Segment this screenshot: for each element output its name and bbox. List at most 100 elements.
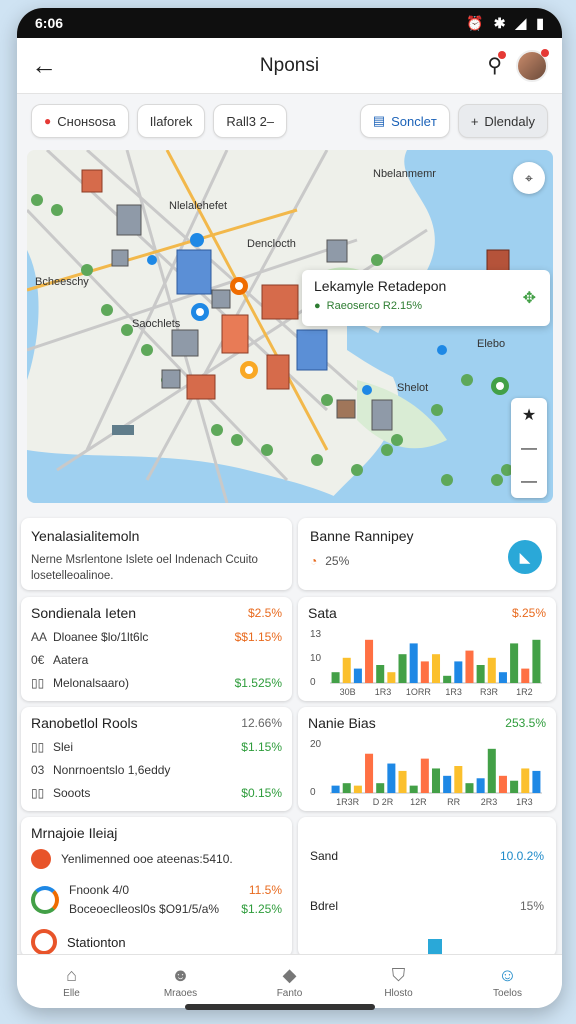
stat-icon: ▯▯ bbox=[31, 739, 45, 754]
people-icon: ☻ bbox=[171, 964, 190, 985]
chart-bar bbox=[409, 785, 418, 793]
nav-people[interactable]: ☻ Mraoes bbox=[141, 965, 221, 999]
chart-bar bbox=[454, 766, 463, 793]
zoom-in-button[interactable]: — bbox=[521, 440, 537, 458]
chart-bar bbox=[398, 654, 407, 683]
stat-value: $0.15% bbox=[241, 785, 282, 800]
chart-bar bbox=[443, 675, 452, 683]
list-item-value: $1.25% bbox=[241, 902, 282, 917]
stat-row: ▯▯ Sooots $0.15% bbox=[31, 781, 282, 804]
alarm-icon: ⏰ bbox=[466, 14, 484, 31]
list-item-label: Boceoeclleosl0s $O91/5/a% bbox=[69, 902, 220, 917]
chart-bar bbox=[532, 770, 541, 793]
filter-chips: ● Cнонsоsa Ilaforek Rall3 2– ▤ Soncleт + Dl… bbox=[17, 94, 562, 148]
chart-bar bbox=[510, 780, 519, 793]
chart-bar bbox=[387, 672, 396, 683]
stat-icon: ▯▯ bbox=[31, 785, 45, 800]
chip-label: Cнонsоsa bbox=[57, 113, 116, 129]
banner-card[interactable]: Banne Rannipey ◔ 25% ◣ bbox=[298, 518, 556, 590]
y-tick-label: 0 bbox=[310, 787, 316, 798]
chat-icon[interactable]: ◣ bbox=[508, 540, 542, 574]
ranobetel-card[interactable]: Ranobetlol Rools 12.66% ▯▯ Slei $1.15% 03 N… bbox=[21, 707, 292, 811]
stat-value: $1.15% bbox=[241, 739, 282, 754]
summary-title: Yenalasialitemoln bbox=[31, 528, 140, 544]
popup-title: Lekamyle Retadepon bbox=[314, 278, 447, 294]
metric-row: Sand 10.0.2% bbox=[310, 849, 544, 863]
metrics-card[interactable]: Sand 10.0.2% Bdrel 15% bbox=[298, 817, 556, 957]
app-bar: ← Nponsi ⚲ bbox=[17, 38, 562, 94]
chart-bar bbox=[476, 778, 485, 793]
summary-card[interactable]: Yenalasialitemoln Nerne Msrlentone Islet… bbox=[21, 518, 292, 590]
search-icon[interactable]: ⚲ bbox=[487, 51, 506, 78]
plus-icon: + bbox=[470, 113, 479, 129]
chip-filter-2[interactable]: Ilaforek bbox=[136, 104, 206, 138]
back-arrow-icon[interactable]: ← bbox=[31, 50, 63, 81]
x-tick-label: 30B bbox=[340, 687, 356, 697]
map-label: Denclocth bbox=[247, 238, 296, 250]
stat-label: Dloanee $lo/1lt6lc bbox=[53, 629, 149, 644]
map-popup[interactable]: Lekamyle Retadepon ● Raeoserco R2.15% ✥ bbox=[302, 270, 550, 326]
chart-bar bbox=[465, 650, 474, 683]
nav-shield[interactable]: ⛉ Hlosto bbox=[359, 965, 439, 999]
locate-icon[interactable]: ⌖ bbox=[513, 162, 545, 194]
map-label: Bcheeschy bbox=[35, 276, 89, 288]
sata-chart: 13 10 0 30B 1R3 1ORR 1R3 R3R 1R2 bbox=[310, 629, 542, 697]
map-label: Nbelanmemr bbox=[373, 168, 436, 180]
majoie-card[interactable]: Mrnajoie Ileiaj Yenlimenned ooe ateenas:… bbox=[21, 817, 292, 957]
zoom-out-button[interactable]: — bbox=[521, 473, 537, 491]
list-item[interactable]: Stationton bbox=[31, 929, 282, 956]
chart-bar bbox=[342, 783, 351, 793]
chart-bar bbox=[487, 657, 496, 683]
pin-icon: ● bbox=[44, 114, 52, 128]
nanis-chart: 20 0 1R3R D 2R 12R RR 2R3 1R3 bbox=[310, 739, 542, 807]
map-view[interactable]: Nlelalehefet Nbelanmemr Denclocth Bchees… bbox=[27, 150, 553, 503]
page-title: Nponsi bbox=[259, 54, 320, 76]
battery-icon: ▮ bbox=[536, 14, 544, 31]
chart-bar bbox=[465, 783, 474, 793]
nav-profile[interactable]: ☺ Toelos bbox=[468, 965, 548, 999]
x-tick-label: 1R3 bbox=[516, 797, 533, 807]
nav-route[interactable]: ◆ Fanto bbox=[250, 965, 330, 999]
directions-icon[interactable]: ✥ bbox=[523, 288, 536, 308]
sondienal-title: Sondienala Ieten bbox=[31, 605, 137, 621]
map-label: Saochlets bbox=[132, 318, 181, 330]
sondienal-header-value: $2.5% bbox=[247, 606, 282, 620]
chip-daily[interactable]: + Dlendaly bbox=[457, 104, 548, 138]
chip-location[interactable]: ● Cнонsоsa bbox=[31, 104, 129, 138]
nav-label: Mraoes bbox=[163, 987, 198, 999]
donut-icon bbox=[31, 886, 59, 915]
chip-filter-3[interactable]: Rall3 2– bbox=[213, 104, 288, 138]
stat-label: Sooots bbox=[53, 785, 91, 800]
stat-row: 0€ Aatera bbox=[31, 648, 282, 671]
chart-bar bbox=[387, 763, 396, 793]
chart-bar bbox=[365, 639, 374, 683]
map-canvas bbox=[27, 150, 553, 503]
chart-bar bbox=[353, 668, 362, 683]
chip-label: Soncleт bbox=[391, 113, 437, 129]
sata-card[interactable]: Sata $.25% 13 10 0 30B 1R3 1ORR 1R3 R3R 1R2 bbox=[298, 597, 556, 701]
nav-home[interactable]: ⌂ Elle bbox=[32, 965, 112, 999]
stat-value: $$1.15% bbox=[234, 629, 282, 644]
status-time: 6:06 bbox=[35, 15, 64, 31]
chart-bar bbox=[420, 661, 429, 683]
ranobetel-title: Ranobetlol Rools bbox=[31, 715, 138, 731]
compass-icon[interactable]: ★ bbox=[522, 405, 536, 425]
chart-bar bbox=[431, 654, 441, 683]
x-tick-label: RR bbox=[447, 797, 460, 807]
phone-frame: 6:06 ⏰ ✱ ◢ ▮ ← Nponsi ⚲ ● Cнонsоsa Ilafor… bbox=[17, 8, 562, 1008]
metric-value: 10.0.2% bbox=[499, 849, 544, 863]
avatar[interactable] bbox=[516, 48, 549, 82]
stat-icon: AA bbox=[31, 629, 48, 644]
nanis-card[interactable]: Nanie Bias 253.5% 20 0 1R3R D 2R 12R RR 2R3 1R3 bbox=[298, 707, 556, 811]
sondienal-card[interactable]: Sondienala Ieten $2.5% AA Dloanee $lo/1lt… bbox=[21, 597, 292, 701]
nanis-title: Nanie Bias bbox=[308, 715, 376, 731]
chip-select[interactable]: ▤ Soncleт bbox=[359, 104, 450, 138]
home-indicator bbox=[185, 1004, 375, 1010]
list-item[interactable]: Fnoonk 4/0 11.5% Boceoeclleosl0s $O91/5/a… bbox=[31, 881, 282, 919]
metric-row: Bdrel 15% bbox=[310, 899, 544, 913]
list-item-label: Stationton bbox=[67, 934, 126, 950]
chart-bar bbox=[331, 672, 340, 683]
list-item[interactable]: Yenlimenned ooe ateenas:5410. bbox=[31, 849, 282, 869]
profile-icon: ☺ bbox=[498, 964, 517, 985]
x-tick-label: D 2R bbox=[373, 797, 394, 807]
